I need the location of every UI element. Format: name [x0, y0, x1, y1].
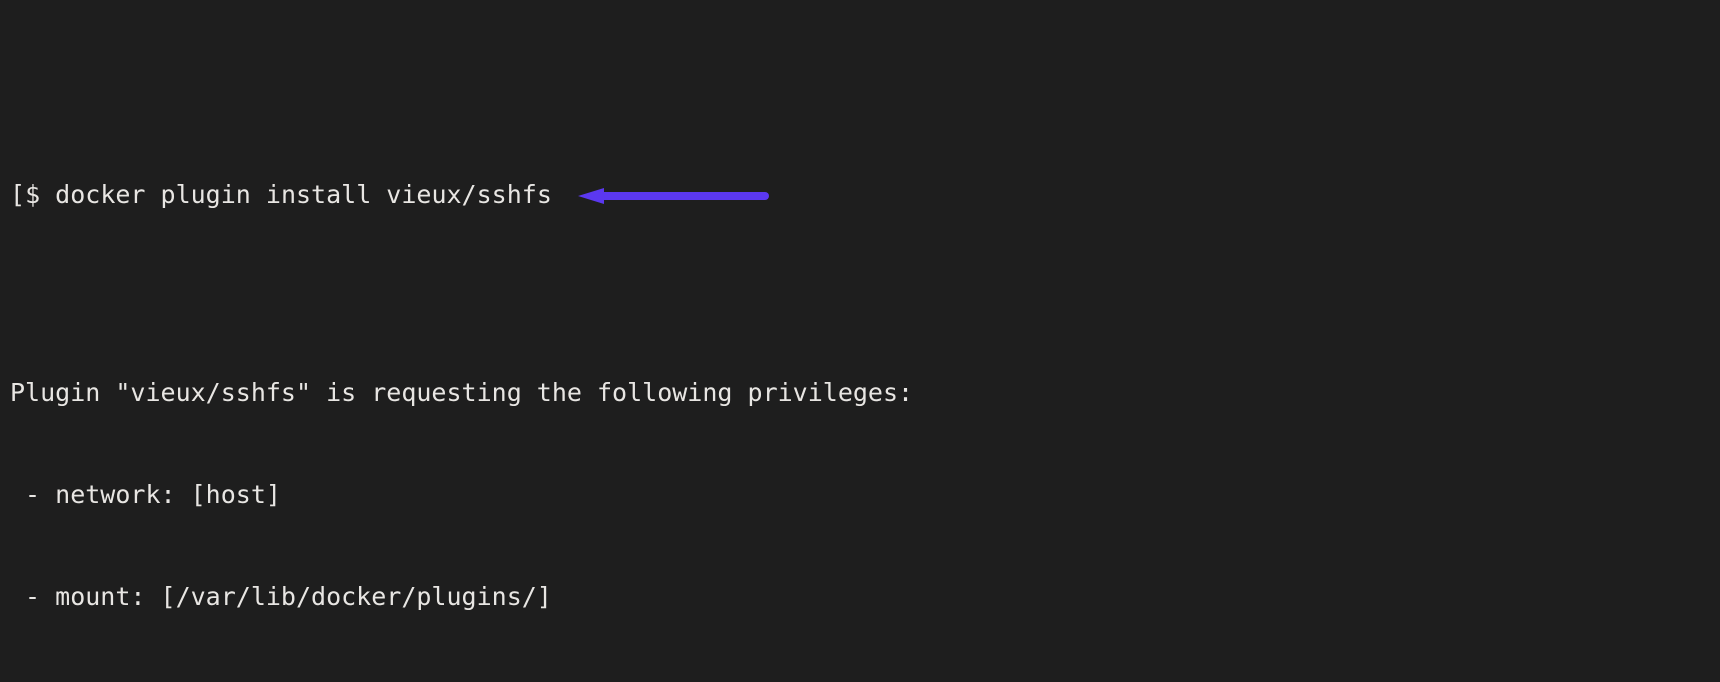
- output-line: - mount: [/var/lib/docker/plugins/]: [10, 580, 1710, 614]
- output-line: Plugin "vieux/sshfs" is requesting the f…: [10, 376, 1710, 410]
- prompt-line-1: [$ docker plugin install vieux/sshfs: [10, 116, 1710, 274]
- arrow-left-icon: [570, 117, 770, 275]
- terminal[interactable]: [$ docker plugin install vieux/sshfs Plu…: [0, 0, 1720, 682]
- prompt-lbrace: [: [10, 178, 25, 212]
- command-install: docker plugin install vieux/sshfs: [55, 178, 552, 212]
- prompt-symbol: $: [25, 178, 55, 212]
- output-line: - network: [host]: [10, 478, 1710, 512]
